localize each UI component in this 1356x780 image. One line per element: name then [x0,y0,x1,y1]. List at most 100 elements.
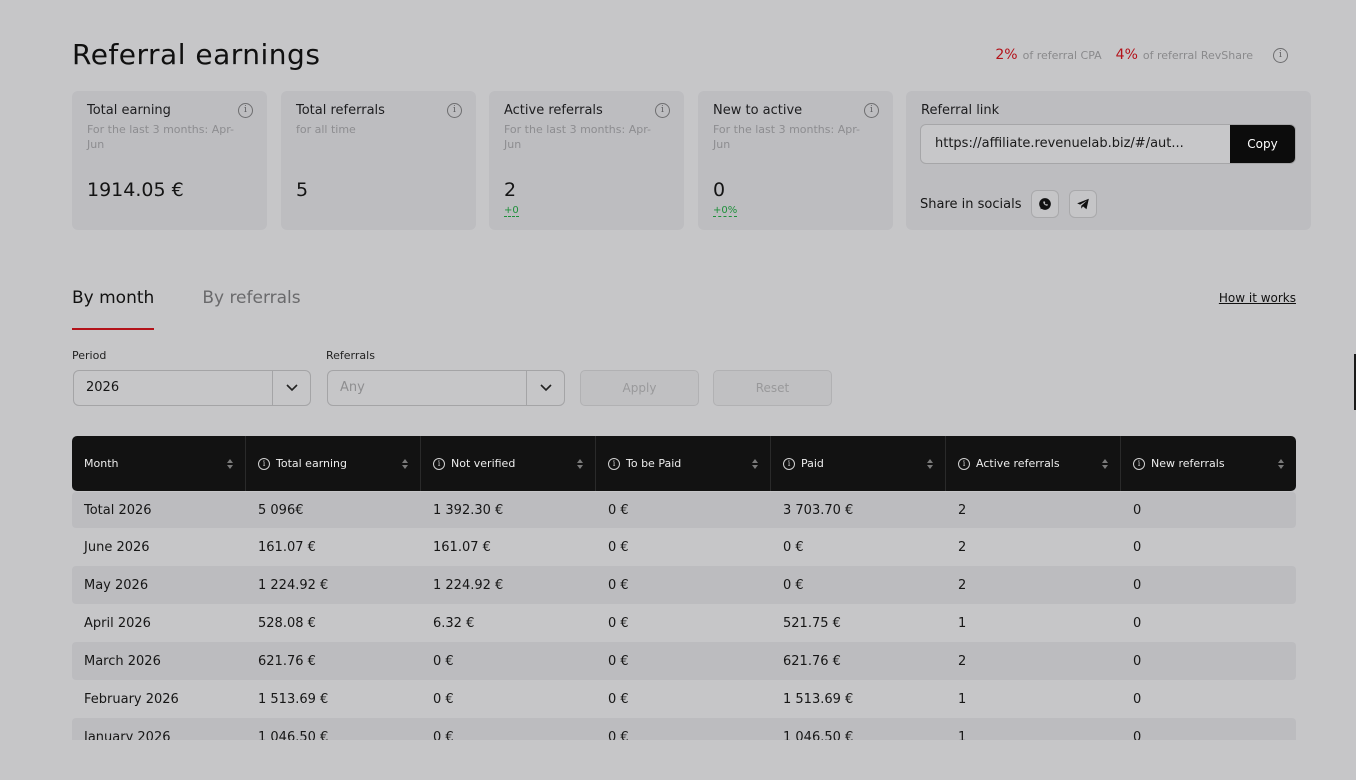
cell: June 2026 [84,539,150,555]
sort-icon[interactable] [927,458,933,469]
card-title: Referral link [921,103,1000,118]
column-header-total-earning[interactable]: i Total earning [246,436,421,491]
card-value: 2 [504,179,517,201]
cpa-rate: 2% [995,47,1018,63]
cell: 1 392.30 € [433,502,504,518]
card-title: Active referrals [504,103,603,118]
sort-icon[interactable] [752,458,758,469]
cell: 1 [958,615,967,631]
info-icon[interactable]: i [258,457,270,470]
info-icon[interactable]: i [1133,457,1145,470]
card-total-referrals: Total referrals for all time i 5 [281,91,476,230]
cell: 0 € [783,577,804,593]
cell: 3 703.70 € [783,502,854,518]
cpa-rate-label: of referral CPA [1022,49,1102,62]
info-icon[interactable]: i [783,457,795,470]
cell: 161.07 € [433,539,491,555]
info-icon[interactable]: i [655,103,670,118]
column-header-not-verified[interactable]: i Not verified [421,436,596,491]
referral-link-card: Referral link https://affiliate.revenuel… [906,91,1311,230]
info-icon[interactable]: i [958,457,970,470]
cell: 2 [958,539,967,555]
card-value: 5 [296,179,309,201]
tab-by-referrals[interactable]: By referrals [202,288,300,330]
reset-button[interactable]: Reset [713,370,832,406]
card-new-to-active: New to active For the last 3 months: Apr… [698,91,893,230]
cell: May 2026 [84,577,149,593]
chevron-down-icon[interactable] [272,371,310,405]
period-label: Period [72,349,107,362]
cell: 0 € [608,653,629,669]
sort-icon[interactable] [1102,458,1108,469]
info-icon[interactable]: i [433,457,445,470]
card-subtitle: For the last 3 months: Apr-Jun [87,123,234,151]
cell: January 2026 [84,729,171,741]
cell: 0 € [608,539,629,555]
column-header-active-referrals[interactable]: i Active referrals [946,436,1121,491]
card-title: Total earning [87,103,171,118]
cell: 1 046.50 € [783,729,854,741]
table-row: March 2026 621.76 € 0 € 0 € 621.76 € 2 0 [72,642,1296,680]
cell: 0 € [608,691,629,707]
cell: 0 € [433,653,454,669]
referrals-label: Referrals [326,349,375,362]
telegram-button[interactable] [1069,190,1098,218]
card-delta: +0% [713,205,738,217]
cell: 1 513.69 € [258,691,329,707]
cell: 6.32 € [433,615,475,631]
table-row-total: Total 2026 5 096€ 1 392.30 € 0 € 3 703.7… [72,492,1296,528]
how-it-works-link[interactable]: How it works [1219,291,1296,305]
cell: 1 513.69 € [783,691,854,707]
referral-link-text[interactable]: https://affiliate.revenuelab.biz/#/aut..… [921,125,1230,163]
column-label: To be Paid [626,457,682,470]
info-icon[interactable]: i [1273,47,1288,63]
whatsapp-button[interactable] [1031,190,1060,218]
share-socials: Share in socials [920,190,1098,218]
telegram-icon [1077,198,1090,210]
cell: 1 046.50 € [258,729,329,741]
earnings-table: Month i Total earning i Not verified i T… [72,436,1296,740]
cell: 2 [958,577,967,593]
cell: 0 € [608,502,629,518]
revshare-rate: 4% [1115,47,1138,63]
column-header-paid[interactable]: i Paid [771,436,946,491]
info-icon[interactable]: i [864,103,879,118]
share-label: Share in socials [920,196,1022,212]
apply-button[interactable]: Apply [580,370,699,406]
cell: 0 € [433,729,454,741]
cell: 1 [958,691,967,707]
period-select[interactable]: 2026 [73,370,311,406]
cell: 0 € [608,577,629,593]
card-title: Total referrals [296,103,385,118]
cell: 1 224.92 € [433,577,504,593]
column-header-to-be-paid[interactable]: i To be Paid [596,436,771,491]
column-label: Paid [801,457,824,470]
card-delta: +0 [504,205,519,217]
copy-button[interactable]: Copy [1230,125,1295,163]
info-icon[interactable]: i [447,103,462,118]
card-active-referrals: Active referrals For the last 3 months: … [489,91,684,230]
cell: 0 [1133,653,1142,669]
cell: February 2026 [84,691,179,707]
table-row: February 2026 1 513.69 € 0 € 0 € 1 513.6… [72,680,1296,718]
chevron-down-icon[interactable] [526,371,564,405]
cell: March 2026 [84,653,161,669]
tab-by-month[interactable]: By month [72,288,155,330]
cell: 0 € [433,691,454,707]
column-header-new-referrals[interactable]: i New referrals [1121,436,1296,491]
info-icon[interactable]: i [608,457,620,470]
sort-icon[interactable] [577,458,583,469]
revshare-rate-label: of referral RevShare [1142,49,1253,62]
column-label: Active referrals [976,457,1060,470]
info-icon[interactable]: i [238,103,253,118]
cell: 1 224.92 € [258,577,329,593]
column-label: Not verified [451,457,516,470]
cell: 0 [1133,691,1142,707]
table-row: January 2026 1 046.50 € 0 € 0 € 1 046.50… [72,718,1296,740]
referrals-select[interactable]: Any [327,370,565,406]
referral-rates: 2% of referral CPA 4% of referral RevShare… [987,47,1288,63]
column-header-month[interactable]: Month [72,436,246,491]
sort-icon[interactable] [1278,458,1284,469]
sort-icon[interactable] [227,458,233,469]
sort-icon[interactable] [402,458,408,469]
